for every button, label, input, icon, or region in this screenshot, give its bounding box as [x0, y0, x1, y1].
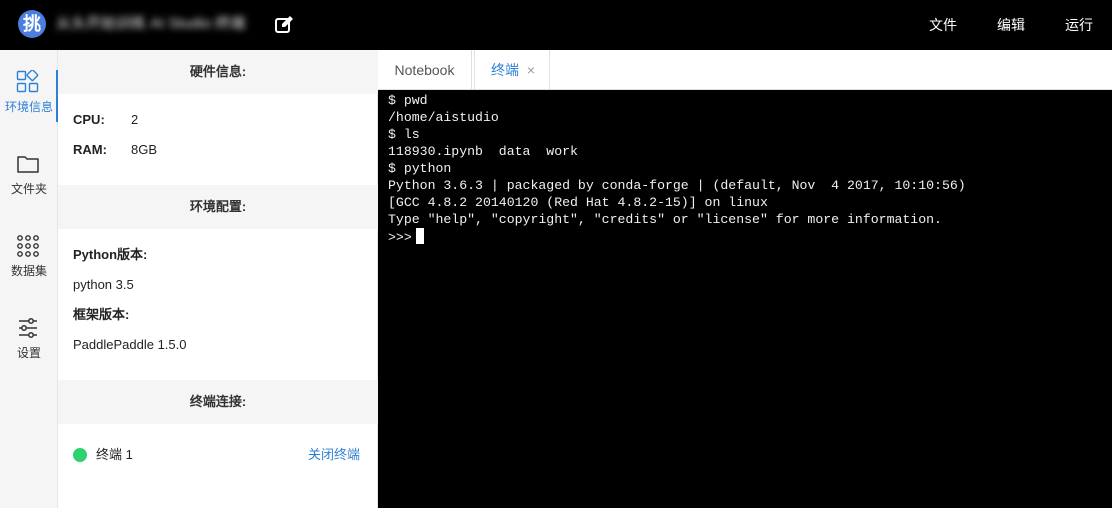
menu-edit[interactable]: 编辑: [997, 15, 1025, 35]
sidebar-item-label: 数据集: [10, 264, 47, 278]
framework-version-value: PaddlePaddle 1.5.0: [73, 337, 187, 352]
sidebar-item-label: 设置: [16, 346, 41, 360]
cpu-label: CPU:: [73, 112, 105, 127]
terminal-console[interactable]: $ pwd /home/aistudio $ ls 118930.ipynb d…: [378, 90, 1112, 508]
terminal-line: 118930.ipynb data work: [388, 144, 578, 159]
hardware-info-heading: 硬件信息:: [58, 50, 378, 94]
terminal-line: $ python: [388, 161, 452, 176]
terminal-line: Python 3.6.3 | packaged by conda-forge |…: [388, 178, 966, 193]
terminal-line: /home/aistudio: [388, 110, 499, 125]
sidebar-item-environment[interactable]: 环境信息: [0, 70, 58, 142]
terminal-name: 终端 1: [96, 447, 133, 462]
ram-value: 8GB: [131, 142, 158, 157]
menu-run[interactable]: 运行: [1065, 15, 1093, 35]
sidebar-item-dataset[interactable]: 数据集: [0, 234, 58, 306]
app-window: 挑 从头开始训练 AI Studio 终端 文件 编辑 运行 环境信息 文件夹: [0, 0, 1112, 508]
terminal-connection-heading: 终端连接:: [58, 380, 378, 424]
terminal-prompt-line: >>>: [388, 228, 424, 246]
top-bar: 挑 从头开始训练 AI Studio 终端 文件 编辑 运行: [0, 0, 1112, 50]
tab-terminal-label: 终端: [491, 62, 519, 78]
tab-bar: Notebook 终端 ×: [378, 50, 1112, 90]
terminal-status-dot: [73, 448, 87, 462]
environment-grid-icon: [16, 70, 39, 93]
edit-icon[interactable]: [274, 15, 294, 35]
dataset-dots-icon: [17, 235, 39, 257]
sidebar-item-folder[interactable]: 文件夹: [0, 152, 58, 224]
ram-label: RAM:: [73, 142, 107, 157]
cpu-value: 2: [131, 112, 139, 127]
sidebar-item-settings[interactable]: 设置: [0, 316, 58, 388]
tab-terminal[interactable]: 终端 ×: [474, 50, 550, 90]
close-icon[interactable]: ×: [525, 50, 537, 90]
environment-info-panel: 硬件信息: CPU: 2 RAM: 8GB 环境配置: Python版本: py…: [58, 50, 378, 508]
folder-icon: [17, 156, 39, 173]
terminal-line: $ ls: [388, 127, 420, 142]
terminal-line: [GCC 4.8.2 20140120 (Red Hat 4.8.2-15)] …: [388, 195, 768, 210]
app-logo[interactable]: 挑: [18, 10, 46, 38]
tab-notebook[interactable]: Notebook: [378, 50, 472, 90]
sidebar-nav: 环境信息 文件夹 数据集 设置: [0, 50, 58, 508]
python-version-label: Python版本:: [73, 247, 148, 262]
sliders-settings-icon: [19, 318, 37, 338]
terminal-prompt: >>>: [388, 230, 412, 245]
menu-file[interactable]: 文件: [929, 15, 957, 35]
terminal-line: Type "help", "copyright", "credits" or "…: [388, 212, 942, 227]
close-terminal-link[interactable]: 关闭终端: [308, 445, 360, 465]
terminal-line: $ pwd: [388, 93, 428, 108]
framework-version-label: 框架版本:: [73, 307, 130, 322]
terminal-cursor: [415, 228, 424, 244]
sidebar-item-label: 文件夹: [10, 182, 47, 196]
python-version-value: python 3.5: [73, 277, 134, 292]
project-title: 从头开始训练 AI Studio 终端: [56, 15, 246, 32]
sidebar-item-label: 环境信息: [4, 100, 53, 114]
environment-config-heading: 环境配置:: [58, 185, 378, 229]
